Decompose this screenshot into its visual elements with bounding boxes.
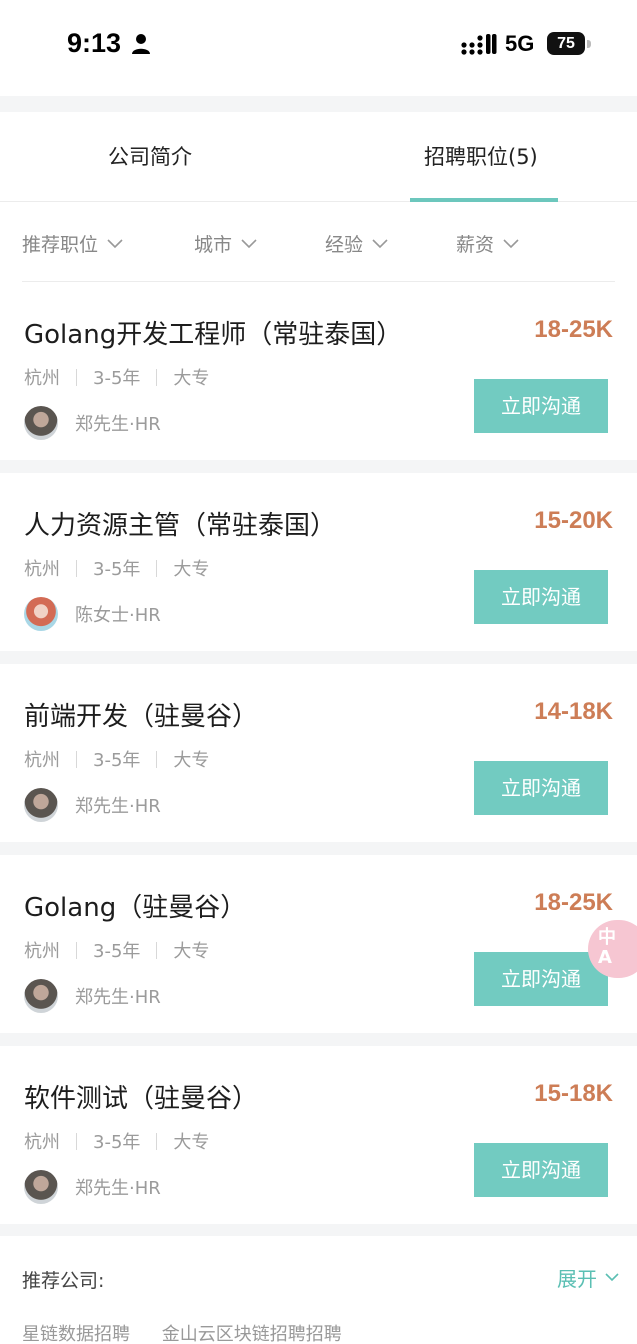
expand-label: 展开: [557, 1267, 597, 1291]
recommended-label: 推荐公司:: [22, 1270, 105, 1292]
recruiter: 陈女士·HR: [24, 597, 161, 631]
job-card[interactable]: Golang开发工程师（常驻泰国） 18-25K 杭州 3-5年 大专 郑先生·…: [0, 282, 637, 460]
person-icon: [132, 34, 150, 54]
company-links: 星链数据招聘 金山云区块链招聘招聘: [22, 1320, 368, 1344]
recruiter: 郑先生·HR: [24, 406, 161, 440]
filter-label: 薪资: [456, 234, 495, 256]
filter-label: 经验: [325, 234, 364, 256]
job-card[interactable]: 软件测试（驻曼谷） 15-18K 杭州 3-5年 大专 郑先生·HR 立即沟通: [0, 1046, 637, 1224]
chat-now-button[interactable]: 立即沟通: [474, 1143, 608, 1197]
battery-icon: 75: [547, 32, 585, 55]
chat-now-button[interactable]: 立即沟通: [474, 761, 608, 815]
job-education: 大专: [173, 1132, 210, 1153]
job-education: 大专: [173, 368, 210, 389]
job-education: 大专: [173, 750, 210, 771]
job-salary: 15-20K: [534, 507, 613, 534]
job-experience: 3-5年: [93, 750, 141, 771]
chevron-down-icon: [107, 238, 123, 248]
separator: [156, 1132, 158, 1150]
separator: [76, 368, 77, 386]
filter-salary[interactable]: 薪资: [456, 230, 519, 257]
job-salary: 18-25K: [534, 889, 613, 916]
avatar: [24, 406, 58, 440]
floating-badge-text: 中A: [598, 927, 616, 968]
job-salary: 15-18K: [534, 1080, 613, 1107]
recruiter-name: 郑先生·HR: [75, 987, 161, 1008]
job-education: 大专: [173, 559, 210, 580]
status-time: 9:13: [67, 28, 122, 58]
job-card[interactable]: 前端开发（驻曼谷） 14-18K 杭州 3-5年 大专 郑先生·HR 立即沟通: [0, 664, 637, 842]
separator: [156, 559, 158, 577]
job-title: 前端开发（驻曼谷）: [24, 702, 259, 732]
job-meta: 杭州 3-5年 大专: [24, 1128, 209, 1154]
job-experience: 3-5年: [93, 559, 141, 580]
recruiter-name: 郑先生·HR: [75, 414, 161, 435]
recruiter: 郑先生·HR: [24, 788, 161, 822]
filter-recommended[interactable]: 推荐职位: [22, 230, 123, 257]
chat-now-button[interactable]: 立即沟通: [474, 952, 608, 1006]
avatar: [24, 1170, 58, 1204]
job-title: 人力资源主管（常驻泰国）: [24, 511, 337, 541]
separator: [76, 750, 77, 768]
status-bar: 9:13 5G 75: [0, 0, 637, 96]
job-city: 杭州: [24, 1132, 60, 1153]
job-experience: 3-5年: [93, 368, 141, 389]
separator: [156, 368, 158, 386]
separator: [76, 1132, 77, 1150]
separator: [156, 750, 158, 768]
floating-translate-button[interactable]: 中A: [588, 920, 637, 978]
avatar: [24, 979, 58, 1013]
chevron-down-icon: [372, 238, 388, 248]
job-city: 杭州: [24, 368, 60, 389]
job-city: 杭州: [24, 750, 60, 771]
avatar: [24, 788, 58, 822]
recommended-companies: 推荐公司: 展开 星链数据招聘 金山云区块链招聘招聘: [0, 1236, 637, 1344]
chevron-down-icon: [605, 1273, 619, 1282]
filter-experience[interactable]: 经验: [325, 230, 388, 257]
job-meta: 杭州 3-5年 大专: [24, 746, 209, 772]
signal-icon: [461, 34, 497, 55]
avatar: [24, 597, 58, 631]
filter-label: 城市: [194, 234, 233, 256]
chevron-down-icon: [503, 238, 519, 248]
filter-label: 推荐职位: [22, 234, 99, 256]
job-experience: 3-5年: [93, 941, 141, 962]
job-card[interactable]: Golang（驻曼谷） 18-25K 杭州 3-5年 大专 郑先生·HR 立即沟…: [0, 855, 637, 1033]
chat-now-button[interactable]: 立即沟通: [474, 570, 608, 624]
separator: [76, 941, 77, 959]
job-salary: 18-25K: [534, 316, 613, 343]
tab-company-intro[interactable]: 公司简介: [108, 112, 192, 202]
chevron-down-icon: [241, 238, 257, 248]
expand-button[interactable]: 展开: [557, 1263, 619, 1292]
job-salary: 14-18K: [534, 698, 613, 725]
tab-bar: 公司简介 招聘职位(5): [0, 112, 637, 202]
job-title: 软件测试（驻曼谷）: [24, 1084, 259, 1114]
recruiter-name: 郑先生·HR: [75, 796, 161, 817]
battery-tip: [587, 40, 591, 48]
separator: [76, 559, 77, 577]
recruiter-name: 郑先生·HR: [75, 1178, 161, 1199]
chat-now-button[interactable]: 立即沟通: [474, 379, 608, 433]
job-meta: 杭州 3-5年 大专: [24, 364, 209, 390]
job-title: Golang（驻曼谷）: [24, 893, 247, 923]
network-type: 5G: [505, 31, 535, 56]
job-meta: 杭州 3-5年 大专: [24, 937, 209, 963]
recruiter: 郑先生·HR: [24, 1170, 161, 1204]
job-city: 杭州: [24, 559, 60, 580]
job-education: 大专: [173, 941, 210, 962]
job-experience: 3-5年: [93, 1132, 141, 1153]
filter-city[interactable]: 城市: [194, 230, 257, 257]
filter-bar: 推荐职位 城市 经验 薪资: [0, 202, 637, 282]
recruiter: 郑先生·HR: [24, 979, 161, 1013]
company-link[interactable]: 星链数据招聘: [22, 1324, 130, 1344]
job-card[interactable]: 人力资源主管（常驻泰国） 15-20K 杭州 3-5年 大专 陈女士·HR 立即…: [0, 473, 637, 651]
tab-job-openings[interactable]: 招聘职位(5): [424, 112, 538, 202]
separator: [156, 941, 158, 959]
job-title: Golang开发工程师（常驻泰国）: [24, 320, 403, 350]
page: 9:13 5G 75 公司简介 招聘职位(5) 推荐职位 城市 经验 薪资 Go…: [0, 0, 637, 1344]
company-link[interactable]: 金山云区块链招聘招聘: [162, 1324, 342, 1344]
recruiter-name: 陈女士·HR: [75, 605, 161, 626]
job-meta: 杭州 3-5年 大专: [24, 555, 209, 581]
job-city: 杭州: [24, 941, 60, 962]
